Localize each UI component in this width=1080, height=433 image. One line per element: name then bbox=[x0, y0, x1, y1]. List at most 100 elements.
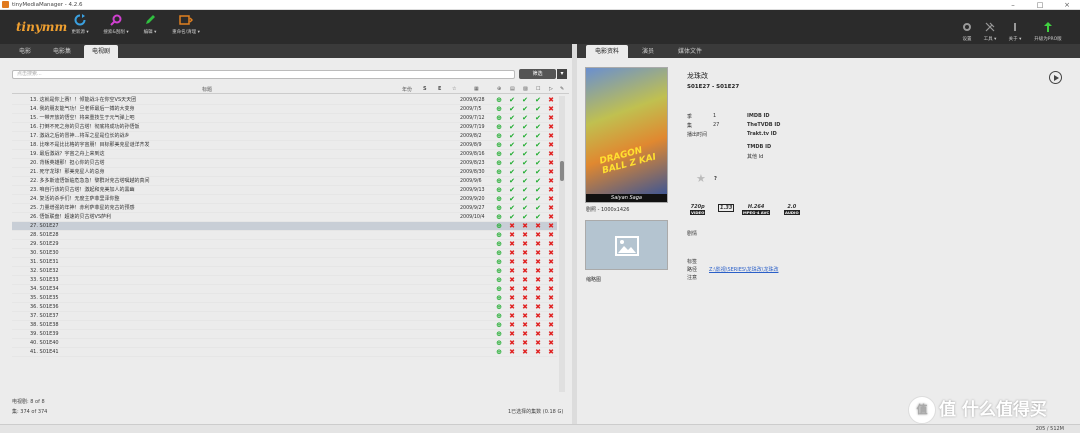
episode-title: 35. S01E35 bbox=[30, 295, 59, 301]
search-input[interactable]: 点击搜索... bbox=[12, 70, 515, 79]
image-icon[interactable]: ▨ bbox=[523, 86, 528, 92]
table-row[interactable]: 38. S01E38⊕✖✖✖✖✖ bbox=[12, 321, 557, 330]
add-icon: ⊕ bbox=[496, 294, 502, 302]
nfo-icon[interactable]: ▤ bbox=[510, 86, 515, 92]
poster-image[interactable]: DRAGON BALL Z KAI Saiyan Saga bbox=[585, 67, 668, 203]
aired-date: 2009/8/2 bbox=[460, 134, 482, 139]
calendar-icon[interactable]: ▦ bbox=[474, 86, 479, 92]
filter-button[interactable]: 筛选 bbox=[519, 69, 556, 79]
upgrade-pro-button[interactable]: 升级为PRO版 bbox=[1034, 22, 1062, 42]
watched-icon[interactable]: ✎ bbox=[560, 86, 564, 92]
table-row[interactable]: 21. 死守龙球！那美克星人的总身2009/8/30⊕✔✔✔✖✖ bbox=[12, 168, 557, 177]
about-button[interactable]: 关于 ▾ bbox=[1005, 22, 1025, 42]
maximize-button[interactable]: □ bbox=[1030, 0, 1050, 10]
close-button[interactable]: × bbox=[1057, 0, 1077, 10]
cross-icon: ✖ bbox=[548, 312, 554, 320]
check-icon: ✔ bbox=[509, 159, 515, 167]
filter-dropdown[interactable]: ▾ bbox=[557, 69, 567, 79]
cross-icon: ✖ bbox=[535, 285, 541, 293]
check-icon: ✔ bbox=[522, 204, 528, 212]
table-row[interactable]: 18. 比咪不是比比格的宇宙朋！目标那美克星谜洋齐发2009/8/9⊕✔✔✔✖✖ bbox=[12, 141, 557, 150]
table-row[interactable]: 22. 多多斯迪悟饭临危急急！黎群对克古塔嘱越的真间2009/9/6⊕✔✔✔✖✖ bbox=[12, 177, 557, 186]
cross-icon: ✖ bbox=[522, 294, 528, 302]
table-row[interactable]: 40. S01E40⊕✖✖✖✖✖ bbox=[12, 339, 557, 348]
settings-button[interactable]: 设置 bbox=[957, 22, 977, 42]
tools-button[interactable]: 工具 ▾ bbox=[980, 22, 1000, 42]
tab-movie-sets[interactable]: 电影集 bbox=[44, 45, 80, 58]
column-title[interactable]: 标题 bbox=[202, 86, 212, 93]
tab-movies[interactable]: 电影 bbox=[12, 45, 38, 58]
table-row[interactable]: 29. S01E29⊕✖✖✖✖✖ bbox=[12, 240, 557, 249]
table-row[interactable]: 33. S01E33⊕✖✖✖✖✖ bbox=[12, 276, 557, 285]
play-button[interactable] bbox=[1049, 71, 1062, 84]
update-source-button[interactable]: 更新源 ▾ bbox=[60, 14, 100, 35]
table-row[interactable]: 24. 复活的杀手们！无度主萨菲里泽你整2009/9/20⊕✔✔✔✖✖ bbox=[12, 195, 557, 204]
table-row[interactable]: 23. 咱自行该的贝古塔！激起和克美加人的黑幽2009/9/13⊕✔✔✔✖✖ bbox=[12, 186, 557, 195]
fanart-placeholder[interactable] bbox=[585, 220, 668, 270]
cross-icon: ✖ bbox=[522, 330, 528, 338]
table-row[interactable]: 31. S01E31⊕✖✖✖✖✖ bbox=[12, 258, 557, 267]
poster-size: 剧照 - 1000x1426 bbox=[586, 207, 630, 213]
series-count: 电视剧: 8 of 8 bbox=[12, 399, 45, 405]
add-icon: ⊕ bbox=[496, 276, 502, 284]
table-row[interactable]: 25. 力量增强的年神！赤利萨菲星的克古的预感2009/9/27⊕✔✔✔✖✖ bbox=[12, 204, 557, 213]
scrollbar-thumb[interactable] bbox=[560, 161, 564, 181]
table-row[interactable]: 16. 打倒不死之身的贝古塔！彻底将成功的孙悟饭2009/7/19⊕✔✔✔✖✖ bbox=[12, 123, 557, 132]
check-icon: ✔ bbox=[522, 213, 528, 221]
cross-icon: ✖ bbox=[548, 186, 554, 194]
table-row[interactable]: 19. 最后激战？宇宙之舟上来到这2009/8/16⊕✔✔✔✖✖ bbox=[12, 150, 557, 159]
table-row[interactable]: 32. S01E32⊕✖✖✖✖✖ bbox=[12, 267, 557, 276]
table-row[interactable]: 13. 这就是你上赛！！倾能战斗在你空VS天天团2009/6/28⊕✔✔✔✖✖ bbox=[12, 96, 557, 105]
table-row[interactable]: 17. 激战之后的冒神…将军之星是位长的战乡2009/8/2⊕✔✔✔✖✖ bbox=[12, 132, 557, 141]
cross-icon: ✖ bbox=[535, 222, 541, 230]
table-row[interactable]: 30. S01E30⊕✖✖✖✖✖ bbox=[12, 249, 557, 258]
episode-table[interactable]: 13. 这就是你上赛！！倾能战斗在你空VS天天团2009/6/28⊕✔✔✔✖✖1… bbox=[12, 96, 557, 392]
table-row[interactable]: 39. S01E39⊕✖✖✖✖✖ bbox=[12, 330, 557, 339]
cross-icon: ✖ bbox=[535, 258, 541, 266]
add-icon: ⊕ bbox=[496, 177, 502, 185]
play-icon[interactable]: ▷ bbox=[549, 86, 553, 92]
new-icon[interactable]: ⊕ bbox=[497, 86, 501, 92]
subtitle-icon[interactable]: ☐ bbox=[536, 86, 540, 92]
table-row[interactable]: 36. S01E36⊕✖✖✖✖✖ bbox=[12, 303, 557, 312]
rename-clean-button[interactable]: 重命名/清理 ▾ bbox=[166, 14, 206, 35]
column-s-icon[interactable]: S bbox=[423, 86, 427, 92]
table-row[interactable]: 27. S01E27⊕✖✖✖✖✖ bbox=[12, 222, 557, 231]
column-e-icon[interactable]: E bbox=[438, 86, 441, 92]
table-row[interactable]: 26. 悟饭联盘！超速的贝古塔VS萨利2009/10/4⊕✔✔✔✖✖ bbox=[12, 213, 557, 222]
column-year[interactable]: 年份 bbox=[402, 86, 412, 93]
id-trakt: Trakt.tv ID bbox=[747, 131, 777, 137]
table-row[interactable]: 41. S01E41⊕✖✖✖✖✖ bbox=[12, 348, 557, 357]
table-row[interactable]: 34. S01E34⊕✖✖✖✖✖ bbox=[12, 285, 557, 294]
split-divider[interactable] bbox=[572, 44, 577, 424]
cross-icon: ✖ bbox=[548, 339, 554, 347]
tab-cast[interactable]: 演员 bbox=[634, 45, 662, 58]
tab-media-files[interactable]: 媒体文件 bbox=[670, 45, 710, 58]
star-icon[interactable]: ☆ bbox=[452, 86, 456, 92]
cross-icon: ✖ bbox=[548, 204, 554, 212]
episode-title: 40. S01E40 bbox=[30, 340, 59, 346]
table-scrollbar[interactable] bbox=[559, 96, 565, 392]
table-row[interactable]: 14. 我的朋友能气功！旦老师最后一搏的大变身2009/7/5⊕✔✔✔✖✖ bbox=[12, 105, 557, 114]
tab-details[interactable]: 电影资料 bbox=[586, 45, 628, 58]
edit-button[interactable]: 编辑 ▾ bbox=[130, 14, 170, 35]
cross-icon: ✖ bbox=[522, 321, 528, 329]
table-row[interactable]: 28. S01E28⊕✖✖✖✖✖ bbox=[12, 231, 557, 240]
badge-audio: 2.0 AUDIO bbox=[784, 204, 800, 215]
check-icon: ✔ bbox=[522, 141, 528, 149]
add-icon: ⊕ bbox=[496, 339, 502, 347]
id-other: 其他 Id bbox=[747, 154, 764, 160]
table-row[interactable]: 15. 一带开放的悟空！将来重技生于元气弹上吧2009/7/12⊕✔✔✔✖✖ bbox=[12, 114, 557, 123]
cross-icon: ✖ bbox=[522, 222, 528, 230]
table-row[interactable]: 37. S01E37⊕✖✖✖✖✖ bbox=[12, 312, 557, 321]
watermark: 值值 什么值得买 bbox=[908, 395, 1047, 424]
cross-icon: ✖ bbox=[509, 348, 515, 356]
table-row[interactable]: 35. S01E35⊕✖✖✖✖✖ bbox=[12, 294, 557, 303]
tab-tv-shows[interactable]: 电视剧 bbox=[84, 45, 118, 58]
table-row[interactable]: 20. 背叛英雄那！担心你的贝古塔2009/8/23⊕✔✔✔✖✖ bbox=[12, 159, 557, 168]
minimize-button[interactable]: – bbox=[1003, 0, 1023, 10]
cross-icon: ✖ bbox=[522, 285, 528, 293]
path-link[interactable]: Z:\影视\SERIES\龙珠改\龙珠改 bbox=[709, 266, 778, 273]
cross-icon: ✖ bbox=[509, 321, 515, 329]
cross-icon: ✖ bbox=[535, 240, 541, 248]
